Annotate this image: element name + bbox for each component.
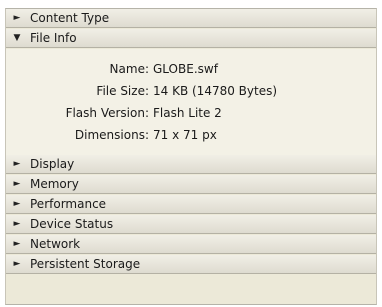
- info-row-file-size: File Size: 14 KB (14780 Bytes): [6, 81, 376, 101]
- section-header-content-type[interactable]: ► Content Type: [6, 9, 376, 28]
- info-row-name: Name: GLOBE.swf: [6, 59, 376, 79]
- expand-arrow-icon: ►: [13, 259, 21, 269]
- info-value: 14 KB (14780 Bytes): [153, 84, 278, 98]
- info-key: Name:: [109, 62, 149, 76]
- section-label: Persistent Storage: [30, 257, 141, 271]
- info-row-dimensions: Dimensions: 71 x 71 px: [6, 125, 376, 145]
- section-header-performance[interactable]: ► Performance: [6, 195, 376, 214]
- section-header-display[interactable]: ► Display: [6, 155, 376, 174]
- section-header-file-info[interactable]: ▼ File Info: [6, 29, 376, 48]
- expand-arrow-icon: ►: [13, 179, 21, 189]
- section-label: Network: [30, 237, 81, 251]
- info-key: Dimensions:: [74, 128, 149, 142]
- info-row-flash-version: Flash Version: Flash Lite 2: [6, 103, 376, 123]
- section-header-device-status[interactable]: ► Device Status: [6, 215, 376, 234]
- expand-arrow-icon: ►: [13, 239, 21, 249]
- info-value: Flash Lite 2: [153, 106, 222, 120]
- expand-arrow-icon: ►: [13, 199, 21, 209]
- info-key: File Size:: [96, 84, 149, 98]
- section-label: Device Status: [30, 217, 114, 231]
- expand-arrow-icon: ►: [13, 219, 21, 229]
- info-value: GLOBE.swf: [153, 62, 218, 76]
- section-header-persistent-storage[interactable]: ► Persistent Storage: [6, 255, 376, 274]
- section-header-network[interactable]: ► Network: [6, 235, 376, 254]
- info-key: Flash Version:: [65, 106, 149, 120]
- section-label: File Info: [30, 31, 77, 45]
- collapse-arrow-icon: ▼: [13, 33, 21, 43]
- section-label: Memory: [30, 177, 79, 191]
- file-info-details: Name: GLOBE.swf File Size: 14 KB (14780 …: [6, 49, 376, 161]
- section-label: Performance: [30, 197, 107, 211]
- device-info-panel: ► Content Type ▼ File Info Name: GLOBE.s…: [5, 8, 377, 305]
- expand-arrow-icon: ►: [13, 159, 21, 169]
- section-header-memory[interactable]: ► Memory: [6, 175, 376, 194]
- expand-arrow-icon: ►: [13, 13, 21, 23]
- info-value: 71 x 71 px: [153, 128, 217, 142]
- section-label: Content Type: [30, 11, 110, 25]
- section-label: Display: [30, 157, 75, 171]
